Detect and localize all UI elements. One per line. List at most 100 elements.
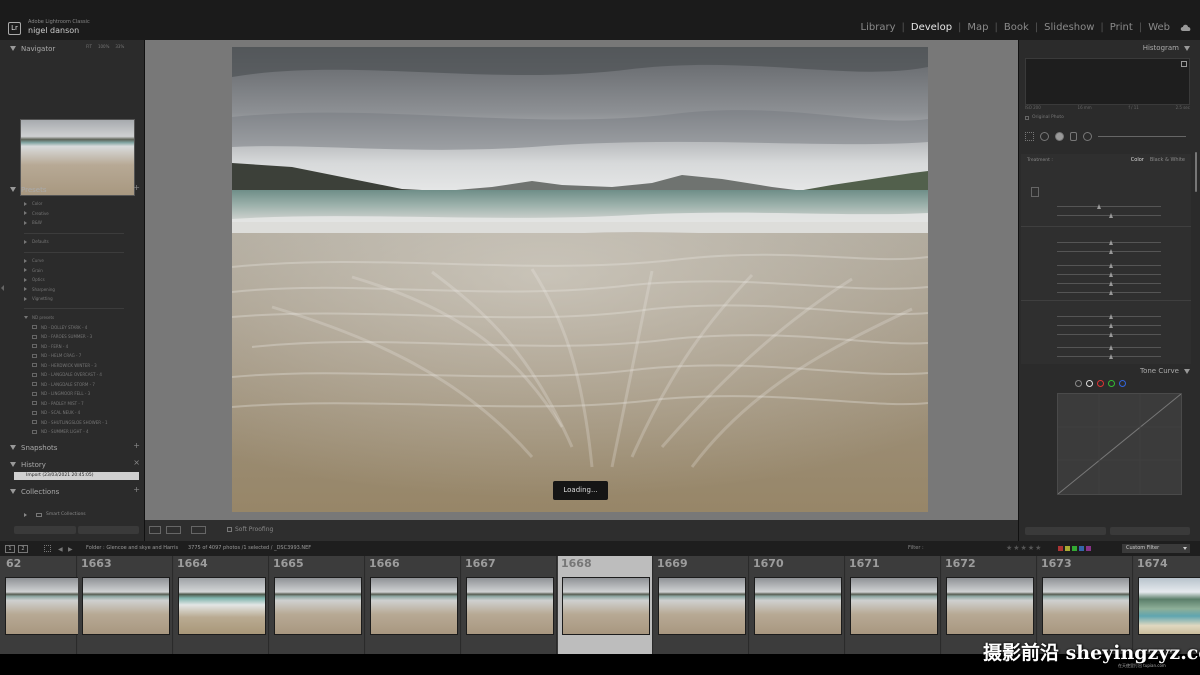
preset-item[interactable]: ND - FERN - 4 [24,342,108,352]
preset-item[interactable]: ND - DOLLEY STARK - 4 [24,323,108,333]
snapshots-header[interactable]: Snapshots + [10,441,142,453]
green-label-swatch[interactable] [1072,546,1077,551]
forward-arrow-icon[interactable]: ▶ [68,546,73,553]
slider-knob[interactable] [1109,345,1113,350]
frame-thumbnail[interactable] [946,577,1034,635]
preset-item[interactable]: ND - LINGMOOR FELL - 3 [24,389,108,399]
blue-label-swatch[interactable] [1079,546,1084,551]
filmstrip-frame[interactable]: 62 [0,556,93,654]
soft-proofing-toggle[interactable]: Soft Proofing [227,526,273,533]
filmstrip-source[interactable]: Folder : Glencoe and skye and Harris [86,545,178,551]
slider-knob[interactable] [1109,323,1113,328]
before-after-icon[interactable] [166,526,181,534]
module-library[interactable]: Library [855,22,902,33]
slider-knob[interactable] [1109,354,1113,359]
preset-group[interactable]: Curve [24,256,55,266]
blacks-slider[interactable] [1057,290,1161,295]
preset-group[interactable]: Defaults [24,237,49,247]
histogram-display[interactable] [1025,58,1190,105]
frame-thumbnail[interactable] [562,577,650,635]
treatment-color[interactable]: Color [1131,157,1144,163]
cloud-sync-icon[interactable] [1180,24,1192,32]
preset-group[interactable]: Optics [24,275,55,285]
filmstrip-frame[interactable]: 1671 [846,556,941,654]
presets-header[interactable]: Presets + [10,183,142,195]
filmstrip-frame[interactable]: 1665 [270,556,365,654]
highlight-clipping-icon[interactable] [1181,61,1187,67]
texture-slider[interactable] [1057,314,1161,319]
slider-knob[interactable] [1109,272,1113,277]
preset-item[interactable]: ND - PADLEY MIST - 7 [24,399,108,409]
frame-thumbnail[interactable] [1042,577,1130,635]
original-photo-toggle[interactable]: Original Photo [1025,115,1064,120]
saturation-slider[interactable] [1057,354,1161,359]
highlights-slider[interactable] [1057,263,1161,268]
filmstrip-frame[interactable]: 1666 [366,556,461,654]
module-map[interactable]: Map [961,22,994,33]
radial-filter-icon[interactable] [1083,131,1092,141]
history-header[interactable]: History × [10,458,142,470]
filmstrip-frame[interactable]: 1669 [654,556,749,654]
whites-slider[interactable] [1057,281,1161,286]
contrast-slider[interactable] [1057,249,1161,254]
preset-item[interactable]: ND - LANGDALE STORM - 7 [24,380,108,390]
reset-button[interactable] [1109,527,1190,535]
frame-thumbnail[interactable] [370,577,458,635]
collapse-left-arrow-icon[interactable] [1,285,4,291]
adjustment-brush-slider[interactable] [1098,135,1186,137]
main-photo[interactable] [232,47,928,512]
add-snapshot-plus-icon[interactable]: + [133,441,140,450]
zoom-33[interactable]: 33% [115,44,124,49]
preset-item[interactable]: ND - FAROES SUMMER - 3 [24,332,108,342]
frame-thumbnail[interactable] [754,577,842,635]
red-label-swatch[interactable] [1058,546,1063,551]
crop-icon[interactable] [1025,131,1034,141]
frame-thumbnail[interactable] [274,577,362,635]
temp-slider[interactable] [1057,204,1161,209]
preset-group[interactable]: Vignetting [24,294,55,304]
tone-curve-graph[interactable] [1057,393,1182,495]
paste-button[interactable] [77,526,139,534]
soft-proofing-checkbox[interactable] [227,527,232,532]
filmstrip-frame[interactable]: 1670 [750,556,845,654]
frame-thumbnail[interactable] [658,577,746,635]
preset-item[interactable]: ND - SUMMER LIGHT - 4 [24,427,108,437]
filmstrip-frame[interactable]: 1664 [174,556,269,654]
second-window-button[interactable]: 2 [18,545,28,553]
preset-item[interactable]: ND - LANGDALE OVERCAST - 4 [24,370,108,380]
slider-knob[interactable] [1109,213,1113,218]
preset-item[interactable]: ND - SCAL NEUK - 4 [24,408,108,418]
add-collection-plus-icon[interactable]: + [133,485,140,494]
preset-item[interactable]: ND - SHUTLINGSLOE SHOWER - 1 [24,418,108,428]
preset-item[interactable]: ND - HERDWICK WINTER - 3 [24,361,108,371]
filmstrip-frame[interactable]: 1663 [78,556,173,654]
smart-collections[interactable]: Smart Collections [24,512,86,517]
custom-filter-dropdown[interactable]: Custom Filter [1122,544,1190,553]
rating-filter-stars[interactable]: ★★★★★ [1006,544,1042,552]
module-book[interactable]: Book [998,22,1035,33]
vibrance-slider[interactable] [1057,345,1161,350]
loupe-view-icon[interactable] [149,526,161,534]
previous-button[interactable] [1025,527,1106,535]
clear-history-x-icon[interactable]: × [133,458,140,467]
tone-curve-header[interactable]: Tone Curve [1140,367,1190,375]
histogram-header[interactable]: Histogram [1143,44,1190,52]
before-after-split-icon[interactable] [191,526,206,534]
white-balance-eyedropper-icon[interactable] [1031,187,1039,197]
tint-slider[interactable] [1057,213,1161,218]
add-preset-plus-icon[interactable]: + [133,183,140,192]
preset-group-nd[interactable]: ND presets [24,313,108,323]
parametric-curve-icon[interactable] [1075,380,1082,387]
module-print[interactable]: Print [1104,22,1139,33]
back-arrow-icon[interactable]: ◀ [58,546,63,553]
preset-group[interactable]: B&W [24,218,49,228]
grid-view-icon[interactable] [44,545,51,552]
slider-knob[interactable] [1109,240,1113,245]
preset-group[interactable]: Color [24,199,49,209]
red-channel-icon[interactable] [1097,380,1104,387]
slider-knob[interactable] [1109,332,1113,337]
right-panel-scrollbar[interactable] [1195,152,1197,192]
frame-thumbnail[interactable] [82,577,170,635]
module-web[interactable]: Web [1142,22,1176,33]
frame-thumbnail[interactable] [1138,577,1200,635]
